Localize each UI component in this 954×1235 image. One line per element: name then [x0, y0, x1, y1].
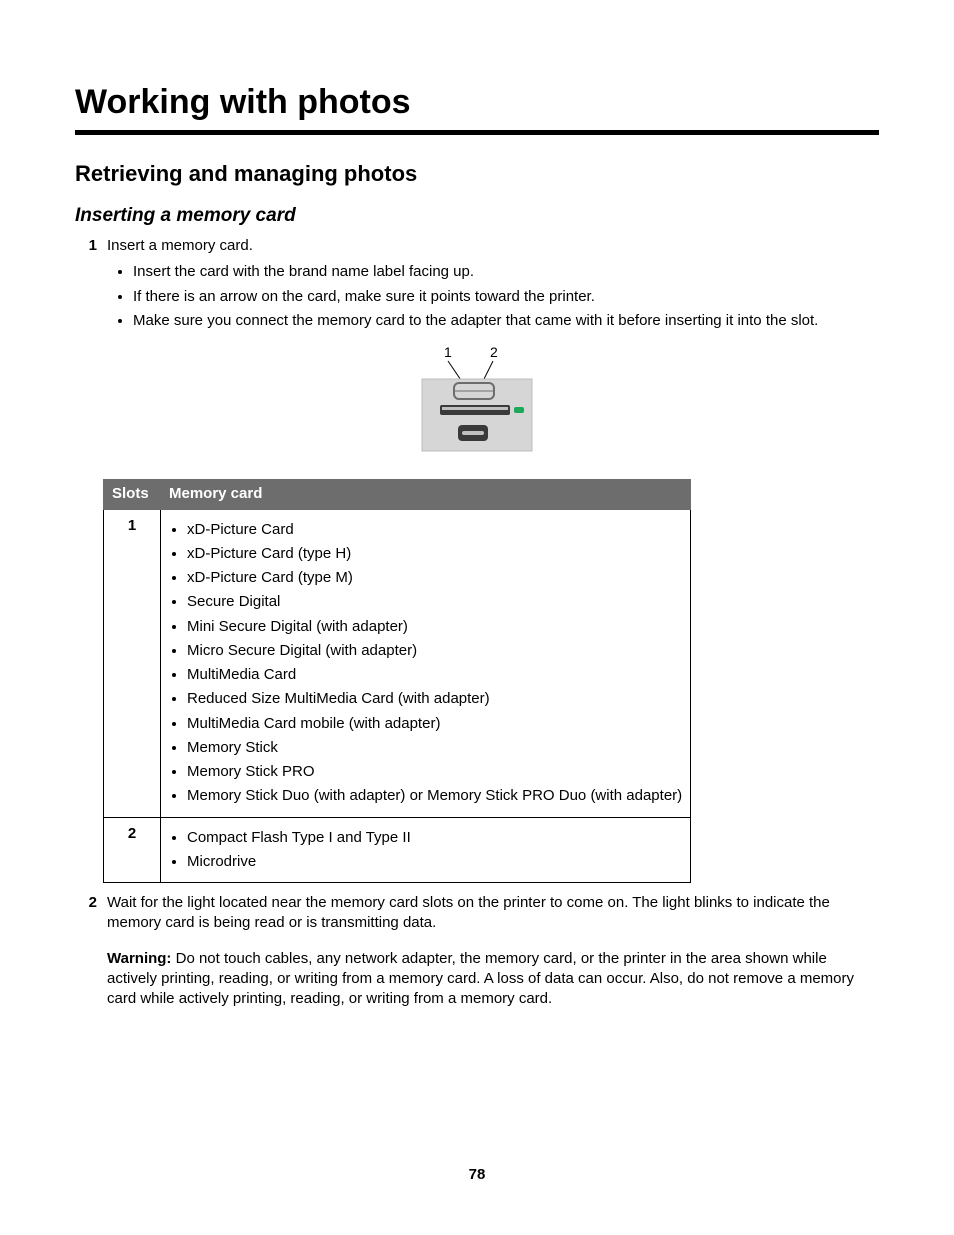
list-item: xD-Picture Card (type M) — [187, 568, 682, 588]
step-text: Wait for the light located near the memo… — [107, 893, 879, 934]
list-item: Reduced Size MultiMedia Card (with adapt… — [187, 689, 682, 709]
list-item: Compact Flash Type I and Type II — [187, 828, 682, 848]
memory-card-table: Slots Memory card 1 xD-Picture Card xD-P… — [103, 479, 691, 883]
list-item: Micro Secure Digital (with adapter) — [187, 641, 682, 661]
step-text: Insert a memory card. — [107, 236, 879, 256]
list-item: MultiMedia Card mobile (with adapter) — [187, 714, 682, 734]
list-item: xD-Picture Card (type H) — [187, 544, 682, 564]
card-list-cell: xD-Picture Card xD-Picture Card (type H)… — [161, 509, 691, 817]
list-item: MultiMedia Card — [187, 665, 682, 685]
card-list: Compact Flash Type I and Type II Microdr… — [169, 828, 682, 873]
col-header-card: Memory card — [161, 480, 691, 509]
warning-paragraph: Warning: Do not touch cables, any networ… — [107, 949, 879, 1010]
slot-cell: 1 — [104, 509, 161, 817]
chapter-title: Working with photos — [75, 80, 879, 126]
list-item: Memory Stick — [187, 738, 682, 758]
list-item: Mini Secure Digital (with adapter) — [187, 617, 682, 637]
table-header-row: Slots Memory card — [104, 480, 691, 509]
figure-label-2: 2 — [490, 345, 498, 360]
col-header-slots: Slots — [104, 480, 161, 509]
step-number: 1 — [75, 236, 97, 256]
step-2: 2 Wait for the light located near the me… — [75, 893, 879, 934]
slot-cell: 2 — [104, 817, 161, 883]
warning-body: Do not touch cables, any network adapter… — [107, 950, 854, 1008]
list-item: If there is an arrow on the card, make s… — [133, 287, 879, 307]
chapter-rule — [75, 130, 879, 135]
memory-slot-figure: 1 2 — [75, 345, 879, 461]
list-item: Insert the card with the brand name labe… — [133, 262, 879, 282]
list-item: Microdrive — [187, 852, 682, 872]
list-item: Memory Stick Duo (with adapter) or Memor… — [187, 786, 682, 806]
table-row: 1 xD-Picture Card xD-Picture Card (type … — [104, 509, 691, 817]
document-page: Working with photos Retrieving and manag… — [0, 0, 954, 1235]
list-item: Secure Digital — [187, 592, 682, 612]
subsection-title: Inserting a memory card — [75, 203, 879, 229]
section-title: Retrieving and managing photos — [75, 159, 879, 189]
list-item: Memory Stick PRO — [187, 762, 682, 782]
printer-slot-illustration-icon: 1 2 — [412, 345, 542, 455]
step-1: 1 Insert a memory card. — [75, 236, 879, 256]
warning-label: Warning: — [107, 950, 171, 967]
table-row: 2 Compact Flash Type I and Type II Micro… — [104, 817, 691, 883]
step-number: 2 — [75, 893, 97, 913]
list-item: Make sure you connect the memory card to… — [133, 311, 879, 331]
page-number: 78 — [0, 1165, 954, 1185]
card-list: xD-Picture Card xD-Picture Card (type H)… — [169, 520, 682, 807]
card-list-cell: Compact Flash Type I and Type II Microdr… — [161, 817, 691, 883]
figure-label-1: 1 — [444, 345, 452, 360]
list-item: xD-Picture Card — [187, 520, 682, 540]
step-1-bullets: Insert the card with the brand name labe… — [115, 262, 879, 331]
